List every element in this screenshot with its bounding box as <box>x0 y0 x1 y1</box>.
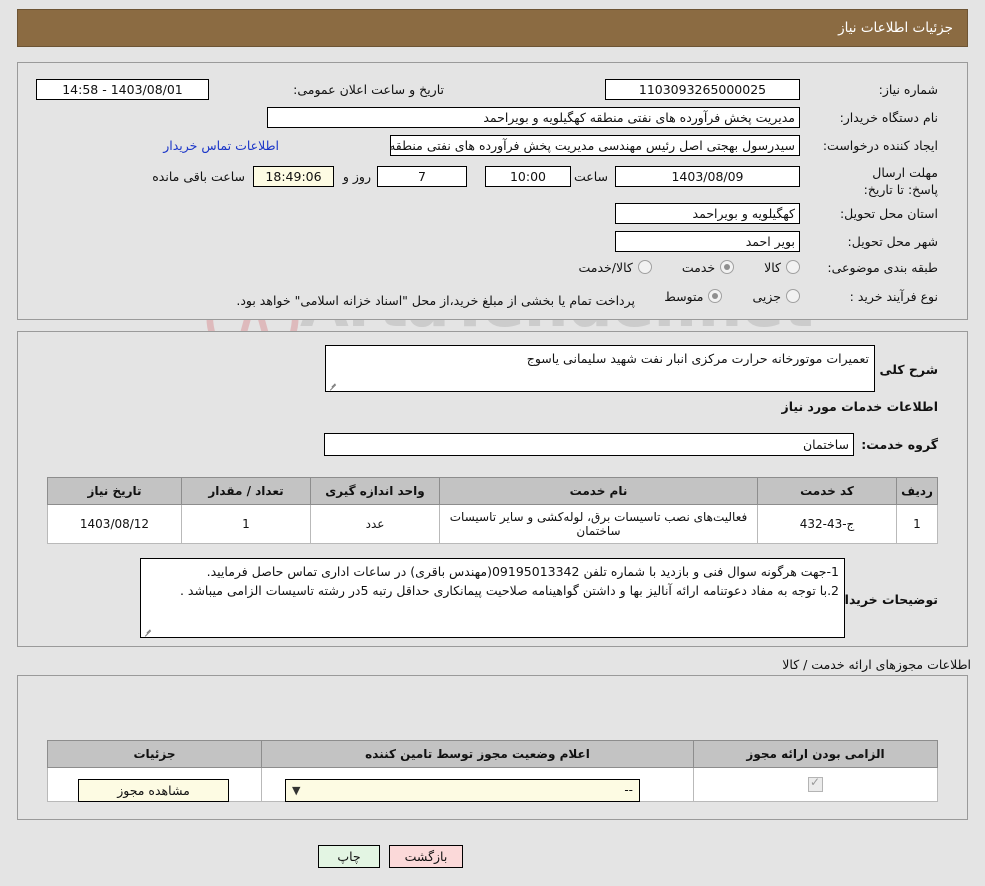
description-value: تعمیرات موتورخانه حرارت مرکزی انبار نفت … <box>526 351 869 366</box>
province-label: استان محل تحویل: <box>839 206 938 221</box>
services-table: ردیف کد خدمت نام خدمت واحد اندازه گیری ت… <box>47 477 938 544</box>
category-option-label: کالا/خدمت <box>578 260 633 275</box>
buyer-org-label: نام دستگاه خریدار: <box>839 110 938 125</box>
table-row: 1 ج-43-432 فعالیت‌های نصب تاسیسات برق، ل… <box>47 504 938 544</box>
category-option-0[interactable]: کالا <box>764 260 800 275</box>
col-unit: واحد اندازه گیری <box>310 477 440 505</box>
permits-section-title: اطلاعات مجوزهای ارائه خدمت / کالا <box>782 657 971 672</box>
col-index: ردیف <box>896 477 938 505</box>
cell-unit: عدد <box>310 504 440 544</box>
category-label: طبقه بندی موضوعی: <box>827 260 938 275</box>
col-quantity: تعداد / مقدار <box>181 477 311 505</box>
resize-grip-icon[interactable] <box>143 626 153 636</box>
cell-index: 1 <box>896 504 938 544</box>
cell-quantity: 1 <box>181 504 311 544</box>
process-option-label: متوسط <box>664 289 704 304</box>
hour-label: ساعت <box>573 169 608 184</box>
radio-icon[interactable] <box>786 260 800 274</box>
category-radio-group[interactable]: کالا خدمت کالا/خدمت <box>553 259 800 275</box>
col-permit-details: جزئیات <box>47 740 262 768</box>
deadline-label: مهلت ارسال پاسخ: تا تاریخ: <box>863 165 938 197</box>
city-value: بویر احمد <box>615 231 800 252</box>
need-info-panel <box>17 62 968 320</box>
page-header: جزئیات اطلاعات نیاز <box>17 9 968 47</box>
cell-date: 1403/08/12 <box>47 504 182 544</box>
category-option-1[interactable]: خدمت <box>681 260 735 275</box>
days-remaining-value: 7 <box>377 166 467 187</box>
chevron-down-icon[interactable]: ▼ <box>292 780 300 801</box>
col-code: کد خدمت <box>757 477 897 505</box>
cell-permit-required <box>693 767 938 802</box>
deadline-date-value: 1403/08/09 <box>615 166 800 187</box>
requester-value: سیدرسول بهجتی اصل رئیس مهندسی مدیریت پخش… <box>389 135 800 156</box>
col-permit-status: اعلام وضعیت مجوز توسط تامین کننده <box>261 740 694 768</box>
service-group-label: گروه خدمت: <box>861 437 938 452</box>
buyer-org-value: مدیریت پخش فرآورده های نفتی منطقه کهگیلو… <box>267 107 800 128</box>
resize-grip-icon[interactable] <box>328 380 338 390</box>
process-option-label: جزیی <box>752 289 781 304</box>
buyer-notes-line-1: 1-جهت هرگونه سوال فنی و بازدید با شماره … <box>206 564 839 579</box>
service-group-value: ساختمان <box>324 433 854 456</box>
requester-label: ایجاد کننده درخواست: <box>822 138 938 153</box>
table-header-row: الزامی بودن ارائه مجوز اعلام وضعیت مجوز … <box>47 740 938 768</box>
deadline-time-value: 10:00 <box>485 166 571 187</box>
announce-datetime-label: تاریخ و ساعت اعلان عمومی: <box>293 82 444 97</box>
buyer-notes-line-2: 2.با توجه به مفاد دعوتنامه ارائه آنالیز … <box>179 583 839 598</box>
need-number-label: شماره نیاز: <box>878 82 938 97</box>
permit-status-value: -- <box>624 783 633 797</box>
remaining-label: ساعت باقی مانده <box>152 169 245 184</box>
treasury-note: پرداخت تمام یا بخشی از مبلغ خرید،از محل … <box>236 293 635 308</box>
category-option-2[interactable]: کالا/خدمت <box>579 260 652 275</box>
countdown-value: 18:49:06 <box>253 166 334 187</box>
page-title: جزئیات اطلاعات نیاز <box>838 20 953 36</box>
announce-datetime-value: 1403/08/01 - 14:58 <box>36 79 209 100</box>
process-option-0[interactable]: جزیی <box>752 289 800 304</box>
buyer-notes-label: توضیحات خریدار: <box>832 592 938 607</box>
radio-icon[interactable] <box>786 289 800 303</box>
col-permit-required: الزامی بودن ارائه مجوز <box>693 740 938 768</box>
col-name: نام خدمت <box>439 477 758 505</box>
cell-code: ج-43-432 <box>757 504 897 544</box>
buyer-contact-link[interactable]: اطلاعات تماس خریدار <box>163 138 279 153</box>
days-and-label: روز و <box>342 169 371 184</box>
permit-status-select[interactable]: ▼ -- <box>285 779 640 802</box>
cell-name: فعالیت‌های نصب تاسیسات برق، لوله‌کشی و س… <box>439 504 758 544</box>
category-option-label: کالا <box>764 260 781 275</box>
category-option-label: خدمت <box>681 260 716 275</box>
col-date: تاریخ نیاز <box>47 477 182 505</box>
need-number-value: 1103093265000025 <box>605 79 800 100</box>
process-option-1[interactable]: متوسط <box>664 289 723 304</box>
radio-icon[interactable] <box>708 289 723 303</box>
city-label: شهر محل تحویل: <box>847 234 938 249</box>
permit-required-checkbox <box>808 775 823 792</box>
description-textarea[interactable]: تعمیرات موتورخانه حرارت مرکزی انبار نفت … <box>325 345 875 392</box>
province-value: کهگیلویه و بویراحمد <box>615 203 800 224</box>
view-permit-button[interactable]: مشاهده مجوز <box>78 779 229 802</box>
back-button[interactable]: بازگشت <box>389 845 463 868</box>
services-section-title: اطلاعات خدمات مورد نیاز <box>781 399 939 414</box>
radio-icon[interactable] <box>720 260 735 274</box>
table-header-row: ردیف کد خدمت نام خدمت واحد اندازه گیری ت… <box>47 477 938 505</box>
process-type-label: نوع فرآیند خرید : <box>849 289 938 304</box>
buyer-notes-textarea[interactable]: 1-جهت هرگونه سوال فنی و بازدید با شماره … <box>140 558 845 638</box>
process-type-radio-group[interactable]: جزیی متوسط <box>638 288 800 304</box>
radio-icon[interactable] <box>637 260 652 274</box>
print-button[interactable]: چاپ <box>318 845 380 868</box>
